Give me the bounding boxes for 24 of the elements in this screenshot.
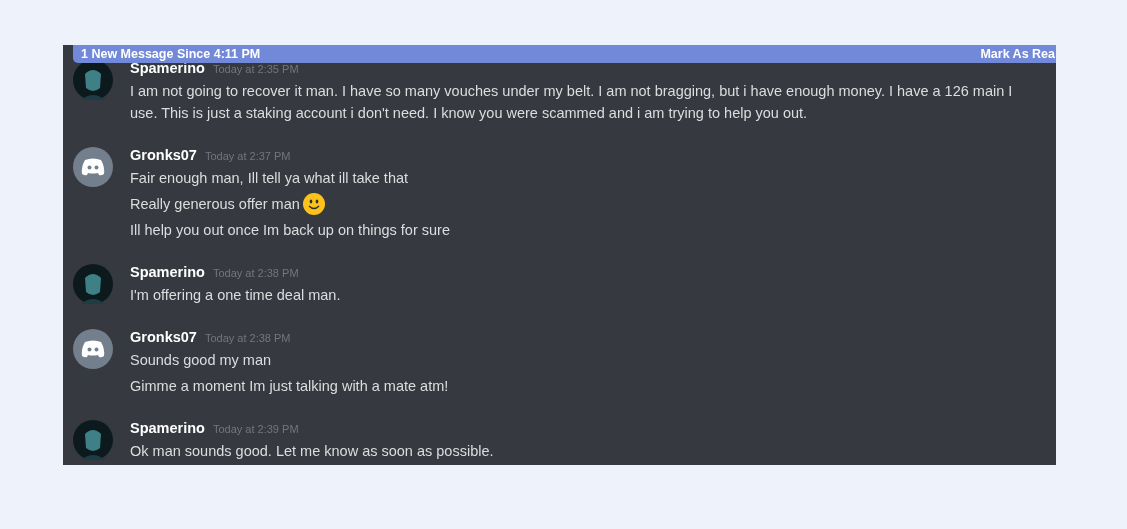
timestamp: Today at 2:38 PM	[204, 332, 291, 344]
timestamp: Today at 2:39 PM	[212, 423, 299, 435]
message-text: Gimme a moment Im just talking with a mate atm!	[130, 377, 449, 396]
gamepad-avatar-icon[interactable]	[73, 329, 113, 369]
message-text: Sounds good my man	[130, 351, 272, 370]
message-text: Really generous offer man	[130, 195, 300, 214]
timestamp: Today at 2:37 PM	[204, 150, 291, 162]
author-name[interactable]: Spamerino	[130, 60, 205, 76]
timestamp: Today at 2:35 PM	[212, 63, 299, 75]
message-text: Ill help you out once Im back up on things for sure	[130, 221, 450, 240]
avatar-icon[interactable]	[73, 60, 113, 100]
message-text: Fair enough man, Ill tell ya what ill take that	[130, 169, 409, 188]
new-message-text: 1 New Message Since 4:11 PM	[81, 47, 261, 61]
message-text: Ok man sounds good. Let me know as soon as possible.	[130, 442, 494, 461]
author-name[interactable]: Spamerino	[130, 420, 205, 436]
author-name[interactable]: Gronks07	[130, 329, 197, 345]
timestamp: Today at 2:38 PM	[212, 267, 299, 279]
message-text: I'm offering a one time deal man.	[130, 286, 341, 305]
author-name[interactable]: Spamerino	[130, 264, 205, 280]
message-text: I am not going to recover it man. I have so many vouches under my belt. I am not bragging, but i have enough money. I have a 126 main I use. This is just a staking account i don't need. I know you were scammed and i am trying to help you out.	[130, 82, 1014, 123]
gamepad-avatar-icon[interactable]	[73, 147, 113, 187]
avatar-icon[interactable]	[73, 264, 113, 304]
author-name[interactable]: Gronks07	[130, 147, 197, 163]
avatar-icon[interactable]	[73, 420, 113, 460]
